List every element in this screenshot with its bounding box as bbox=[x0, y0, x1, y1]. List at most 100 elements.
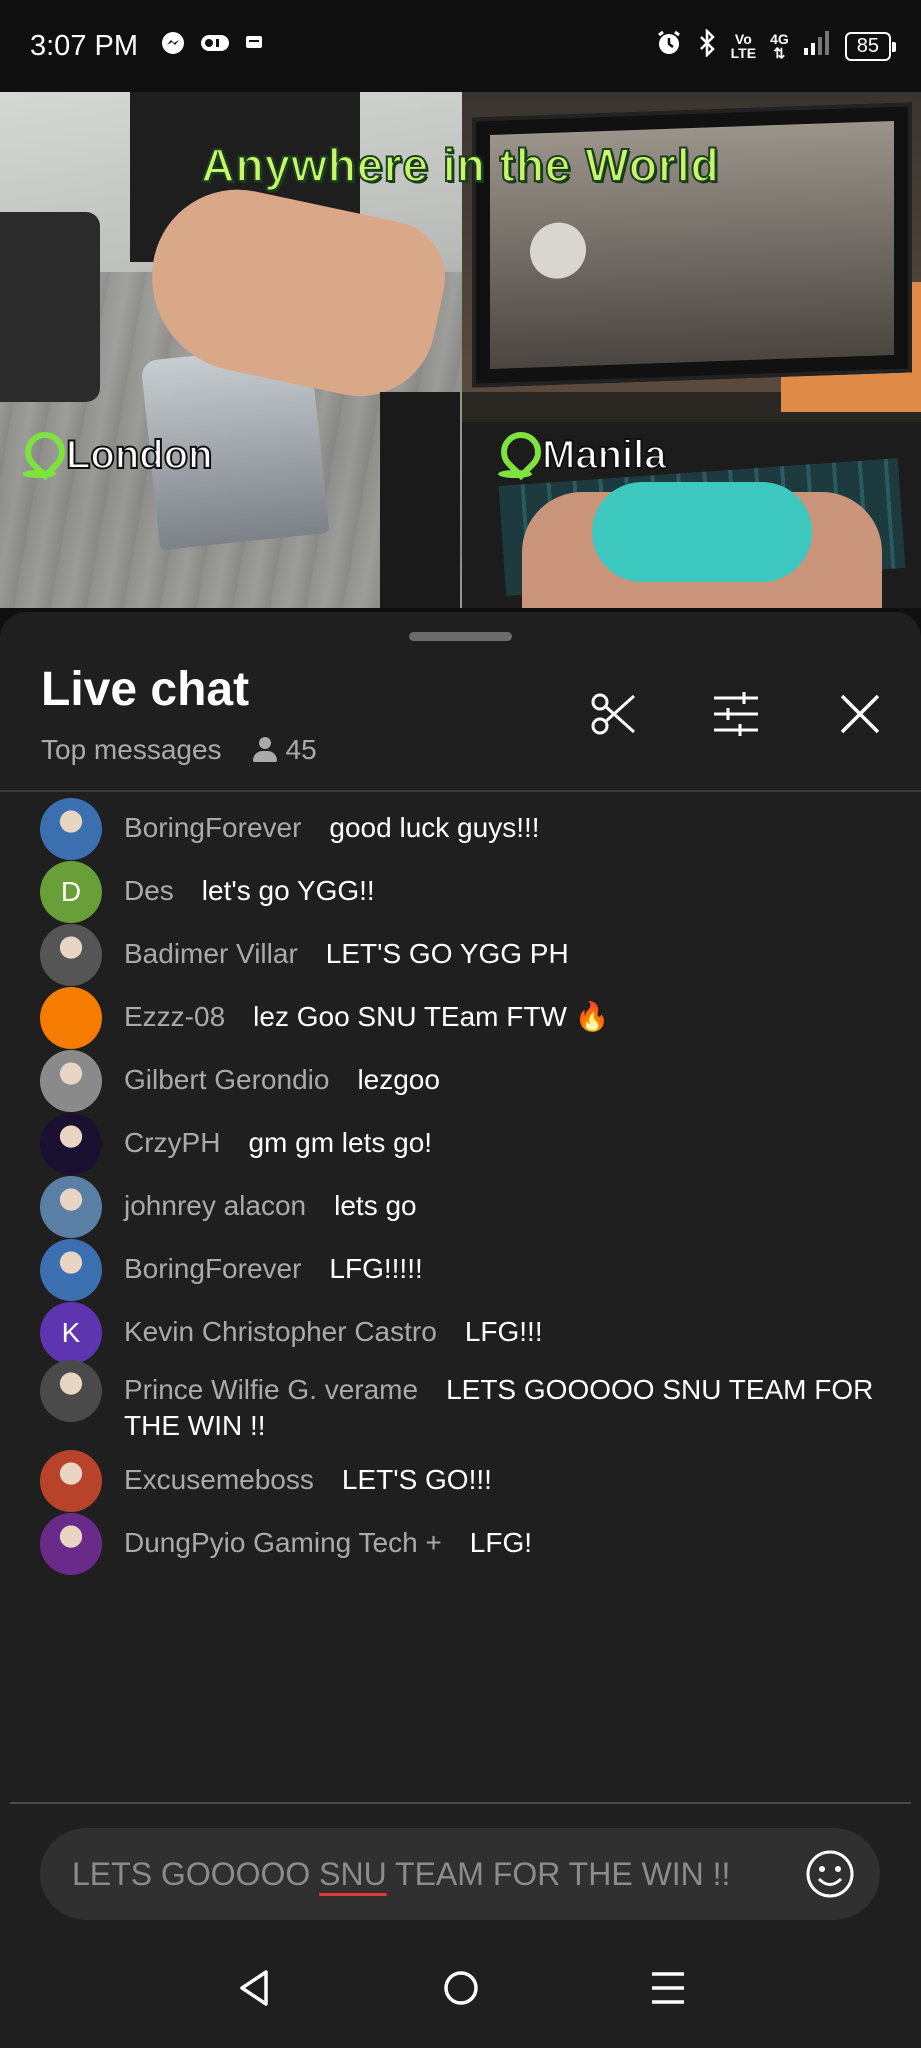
alarm-icon bbox=[655, 29, 683, 63]
status-time: 3:07 PM bbox=[30, 29, 138, 62]
chat-message[interactable]: K Kevin Christopher Castro LFG!!! bbox=[40, 1302, 890, 1364]
system-nav-bar bbox=[0, 1928, 921, 2048]
chat-message[interactable]: Gilbert Gerondio lezgoo bbox=[40, 1050, 890, 1112]
app-notification-icon bbox=[200, 32, 230, 60]
signal-icon bbox=[803, 30, 831, 62]
home-circle-icon bbox=[443, 1971, 478, 2005]
chat-message[interactable]: johnrey alacon lets go bbox=[40, 1176, 890, 1238]
volte-top: Vo bbox=[734, 31, 752, 47]
chat-message[interactable]: Prince Wilfie G. verame LETS GOOOOO SNU T… bbox=[40, 1360, 890, 1444]
avatar[interactable] bbox=[40, 1450, 102, 1512]
avatar[interactable] bbox=[40, 1513, 102, 1575]
author-name[interactable]: CrzyPH bbox=[124, 1127, 220, 1158]
avatar[interactable]: D bbox=[40, 861, 102, 923]
chat-message[interactable]: Ezzz-08 lez Goo SNU TEam FTW 🔥 bbox=[40, 987, 890, 1049]
author-name[interactable]: Kevin Christopher Castro bbox=[124, 1316, 437, 1347]
recents-button[interactable] bbox=[638, 1958, 698, 2018]
message-content: johnrey alacon lets go bbox=[124, 1188, 417, 1224]
location-pin-icon bbox=[22, 432, 56, 478]
system-status: Vo LTE 4G ⇅ 85 bbox=[655, 27, 897, 63]
back-button[interactable] bbox=[224, 1958, 284, 2018]
volte-bottom: LTE bbox=[730, 45, 757, 61]
author-name[interactable]: BoringForever bbox=[124, 1253, 301, 1284]
author-name[interactable]: johnrey alacon bbox=[124, 1190, 306, 1221]
avatar[interactable] bbox=[40, 1360, 102, 1422]
avatar[interactable] bbox=[40, 987, 102, 1049]
tune-sliders-icon bbox=[714, 692, 758, 736]
city-label-right: Manila bbox=[498, 432, 667, 478]
chat-input-field[interactable]: LETS GOOOOO SNU TEAM FOR THE WIN !! bbox=[40, 1828, 880, 1920]
author-name[interactable]: Badimer Villar bbox=[124, 938, 298, 969]
city-name-left: London bbox=[65, 432, 214, 478]
avatar[interactable]: K bbox=[40, 1302, 102, 1364]
message-text: lets go bbox=[334, 1190, 417, 1221]
message-text: LFG!!!!! bbox=[329, 1253, 423, 1284]
back-triangle-icon bbox=[239, 1970, 268, 2006]
author-name[interactable]: Excusemeboss bbox=[124, 1464, 314, 1495]
message-content: Prince Wilfie G. verame LETS GOOOOO SNU T… bbox=[124, 1372, 890, 1444]
spellcheck-flagged-word[interactable]: SNU bbox=[319, 1856, 387, 1892]
video-player[interactable]: Anywhere in the World London Manila bbox=[0, 92, 921, 608]
input-text-part: TEAM FOR THE WIN !! bbox=[386, 1855, 731, 1892]
close-chat-button[interactable] bbox=[830, 684, 890, 744]
chat-message[interactable]: Badimer Villar LET'S GO YGG PH bbox=[40, 924, 890, 986]
battery-indicator: 85 bbox=[844, 31, 897, 61]
chat-message[interactable]: Excusemeboss LET'S GO!!! bbox=[40, 1450, 890, 1512]
volte-indicator: Vo LTE bbox=[731, 32, 756, 60]
message-text: good luck guys!!! bbox=[329, 812, 540, 843]
message-content: Excusemeboss LET'S GO!!! bbox=[124, 1462, 492, 1498]
live-chat-panel: Live chat Top messages 45 BoringForever g… bbox=[0, 612, 921, 1928]
chat-message[interactable]: BoringForever LFG!!!!! bbox=[40, 1239, 890, 1301]
drag-handle[interactable] bbox=[409, 632, 512, 641]
chat-message[interactable]: BoringForever good luck guys!!! bbox=[40, 798, 890, 860]
viewer-count-value: 45 bbox=[285, 734, 317, 765]
message-text: LET'S GO!!! bbox=[341, 1464, 492, 1495]
home-button[interactable] bbox=[431, 1958, 491, 2018]
message-text: LFG!!! bbox=[464, 1316, 543, 1347]
person-icon bbox=[252, 737, 278, 763]
emoji-button[interactable] bbox=[802, 1846, 858, 1902]
input-divider bbox=[10, 1802, 911, 1804]
close-icon bbox=[840, 694, 880, 734]
bluetooth-icon bbox=[697, 27, 717, 63]
avatar[interactable] bbox=[40, 1176, 102, 1238]
chat-input-text[interactable]: LETS GOOOOO SNU TEAM FOR THE WIN !! bbox=[72, 1856, 730, 1893]
message-content: Kevin Christopher Castro LFG!!! bbox=[124, 1314, 543, 1350]
chat-message[interactable]: CrzyPH gm gm lets go! bbox=[40, 1113, 890, 1175]
avatar[interactable] bbox=[40, 1113, 102, 1175]
avatar[interactable] bbox=[40, 1050, 102, 1112]
controller-image bbox=[592, 482, 812, 582]
message-content: Ezzz-08 lez Goo SNU TEam FTW 🔥 bbox=[124, 999, 610, 1035]
notification-icons bbox=[160, 30, 264, 62]
chat-message[interactable]: D Des let's go YGG!! bbox=[40, 861, 890, 923]
emoji-icon bbox=[806, 1850, 854, 1898]
message-icon bbox=[244, 33, 264, 59]
message-text: lezgoo bbox=[357, 1064, 440, 1095]
status-bar: 3:07 PM Vo LTE 4G ⇅ 85 bbox=[0, 0, 921, 92]
message-text: LFG! bbox=[469, 1527, 533, 1558]
author-name[interactable]: Des bbox=[124, 875, 174, 906]
author-name[interactable]: BoringForever bbox=[124, 812, 301, 843]
avatar[interactable] bbox=[40, 1239, 102, 1301]
menu-lines-icon bbox=[651, 1972, 684, 2004]
chat-message[interactable]: DungPyio Gaming Tech + LFG! bbox=[40, 1513, 890, 1575]
message-content: Gilbert Gerondio lezgoo bbox=[124, 1062, 440, 1098]
author-name[interactable]: Ezzz-08 bbox=[124, 1001, 225, 1032]
author-name[interactable]: DungPyio Gaming Tech + bbox=[124, 1527, 442, 1558]
messenger-icon bbox=[160, 30, 186, 62]
message-text: gm gm lets go! bbox=[248, 1127, 433, 1158]
author-name[interactable]: Prince Wilfie G. verame bbox=[124, 1374, 418, 1405]
header-divider bbox=[0, 790, 921, 792]
avatar[interactable] bbox=[40, 924, 102, 986]
chat-filter-dropdown[interactable]: Top messages bbox=[41, 734, 222, 766]
chat-settings-button[interactable] bbox=[706, 684, 766, 744]
data-arrows-icon: ⇅ bbox=[773, 45, 786, 61]
message-content: Des let's go YGG!! bbox=[124, 873, 375, 909]
chat-title: Live chat bbox=[41, 663, 250, 716]
message-text: lez Goo SNU TEam FTW 🔥 bbox=[253, 1001, 610, 1032]
message-content: BoringForever LFG!!!!! bbox=[124, 1251, 423, 1287]
avatar[interactable] bbox=[40, 798, 102, 860]
author-name[interactable]: Gilbert Gerondio bbox=[124, 1064, 329, 1095]
input-text-part: LETS GOOOOO bbox=[72, 1855, 320, 1892]
clip-button[interactable] bbox=[584, 684, 644, 744]
